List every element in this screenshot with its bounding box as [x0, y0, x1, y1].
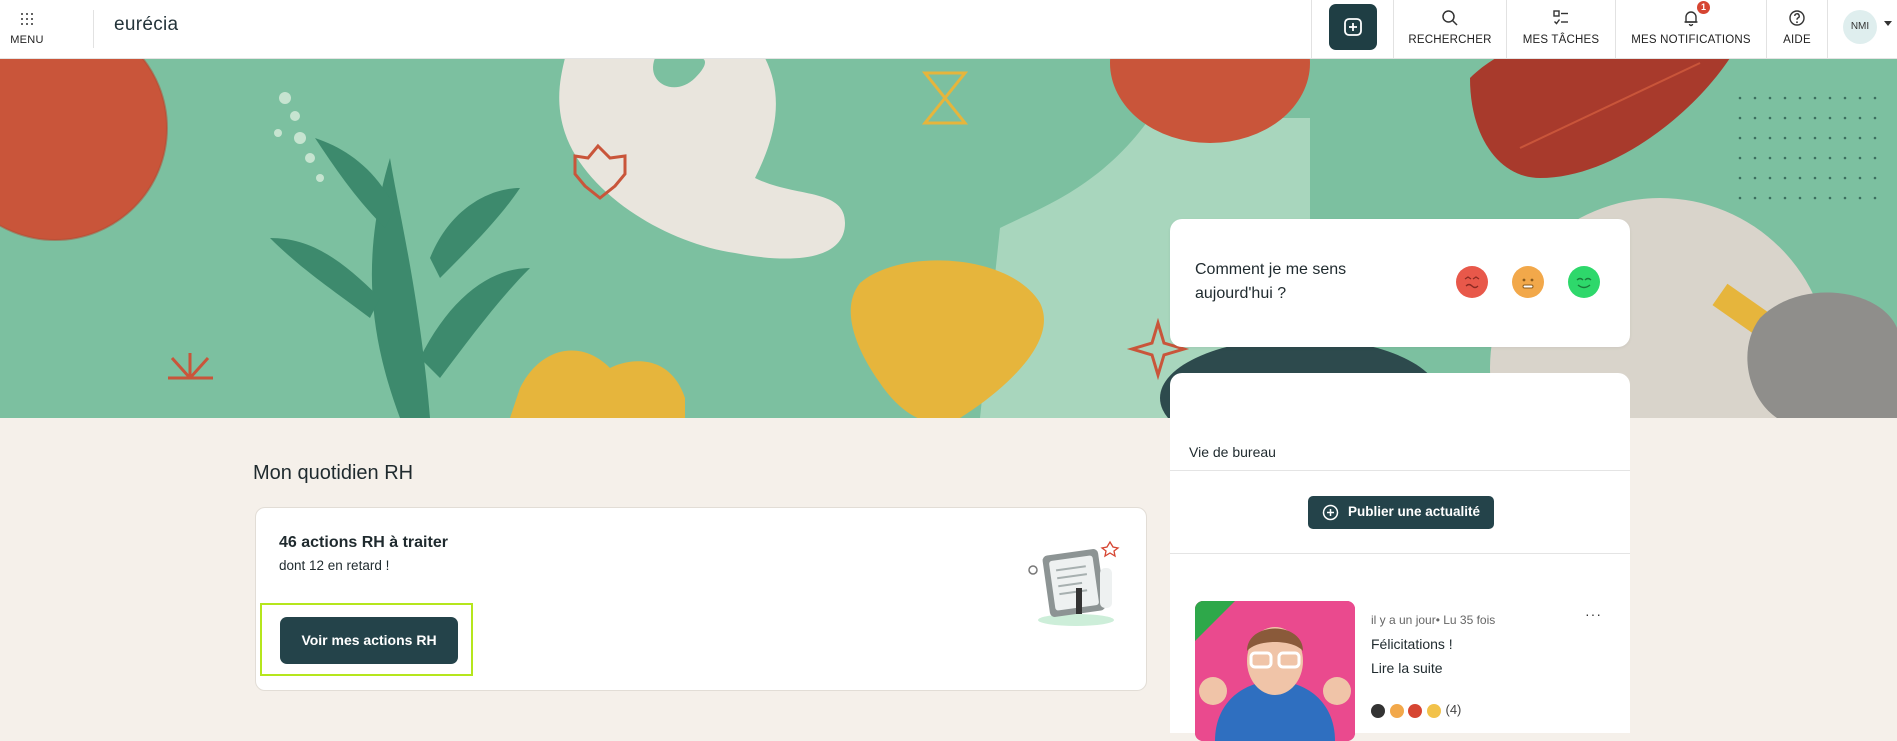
publish-news-button[interactable]: Publier une actualité	[1308, 496, 1494, 529]
divider	[93, 10, 94, 48]
reactions-count: (4)	[1445, 702, 1462, 717]
notification-badge: 1	[1697, 1, 1710, 14]
bell-icon	[1684, 11, 1698, 27]
divider	[1170, 553, 1630, 554]
hr-actions-count: 46 actions RH à traiter	[279, 534, 448, 551]
more-options-icon[interactable]: ···	[1585, 606, 1602, 622]
post-title[interactable]: Félicitations !	[1371, 636, 1453, 652]
chevron-down-icon[interactable]	[1884, 21, 1892, 26]
read-more-link[interactable]: Lire la suite	[1371, 660, 1443, 676]
laugh-icon	[1389, 703, 1404, 718]
nav-search-label: RECHERCHER	[1408, 34, 1492, 46]
divider	[1311, 0, 1312, 58]
nav-tasks[interactable]: MES TÂCHES	[1507, 0, 1615, 58]
nav-notifications-label: MES NOTIFICATIONS	[1631, 34, 1751, 46]
hr-actions-card: 46 actions RH à traiter dont 12 en retar…	[255, 507, 1147, 691]
nav-tasks-label: MES TÂCHES	[1522, 34, 1600, 46]
plus-circle-icon	[1322, 504, 1339, 521]
nav-help-label: AIDE	[1783, 34, 1811, 46]
tab-vie-de-bureau[interactable]: Vie de bureau	[1189, 444, 1276, 460]
tablet-illustration	[1028, 540, 1120, 626]
logo[interactable]: eurécia	[114, 14, 178, 36]
mood-happy-button[interactable]	[1567, 265, 1601, 299]
news-panel: Vie de bureau Publier une actualité il y…	[1170, 373, 1630, 741]
clap-icon	[1426, 703, 1441, 718]
mood-card: Comment je me sens aujourd'hui ?	[1170, 219, 1630, 347]
mood-question: Comment je me sens aujourd'hui ?	[1195, 261, 1347, 302]
create-button[interactable]	[1329, 4, 1377, 50]
heart-icon	[1408, 703, 1423, 718]
nav-help[interactable]: AIDE	[1767, 0, 1827, 58]
mood-sad-button[interactable]	[1455, 265, 1489, 299]
happy-face-icon	[1568, 266, 1600, 298]
menu-label: MENU	[10, 34, 44, 46]
post-image[interactable]	[1195, 601, 1355, 741]
plus-icon	[1344, 18, 1362, 36]
post-meta: il y a un jour• Lu 35 fois	[1371, 613, 1496, 627]
post-reactions[interactable]: (4)	[1371, 702, 1461, 718]
sad-face-icon	[1456, 266, 1488, 298]
help-icon	[1789, 10, 1805, 26]
avatar[interactable]: NMI	[1843, 10, 1877, 44]
publish-news-label: Publier une actualité	[1348, 504, 1481, 519]
neutral-face-icon	[1512, 266, 1544, 298]
post-photo	[1195, 601, 1355, 741]
grid-icon	[21, 13, 33, 25]
checklist-icon	[1553, 10, 1568, 25]
section-title: Mon quotidien RH	[253, 462, 414, 484]
thumbs-up-icon	[1371, 703, 1385, 718]
menu-button[interactable]: MENU	[0, 0, 54, 58]
divider	[1170, 470, 1630, 471]
nav-search[interactable]: RECHERCHER	[1394, 0, 1506, 58]
view-hr-actions-button[interactable]: Voir mes actions RH	[280, 617, 458, 664]
search-icon	[1442, 10, 1458, 26]
nav-notifications[interactable]: MES NOTIFICATIONS	[1616, 0, 1766, 58]
top-bar: MENU eurécia RECHERCHER MES TÂCHES MES N…	[0, 0, 1897, 59]
mood-neutral-button[interactable]	[1511, 265, 1545, 299]
hr-actions-late: dont 12 en retard !	[279, 558, 390, 573]
divider	[1827, 0, 1828, 58]
